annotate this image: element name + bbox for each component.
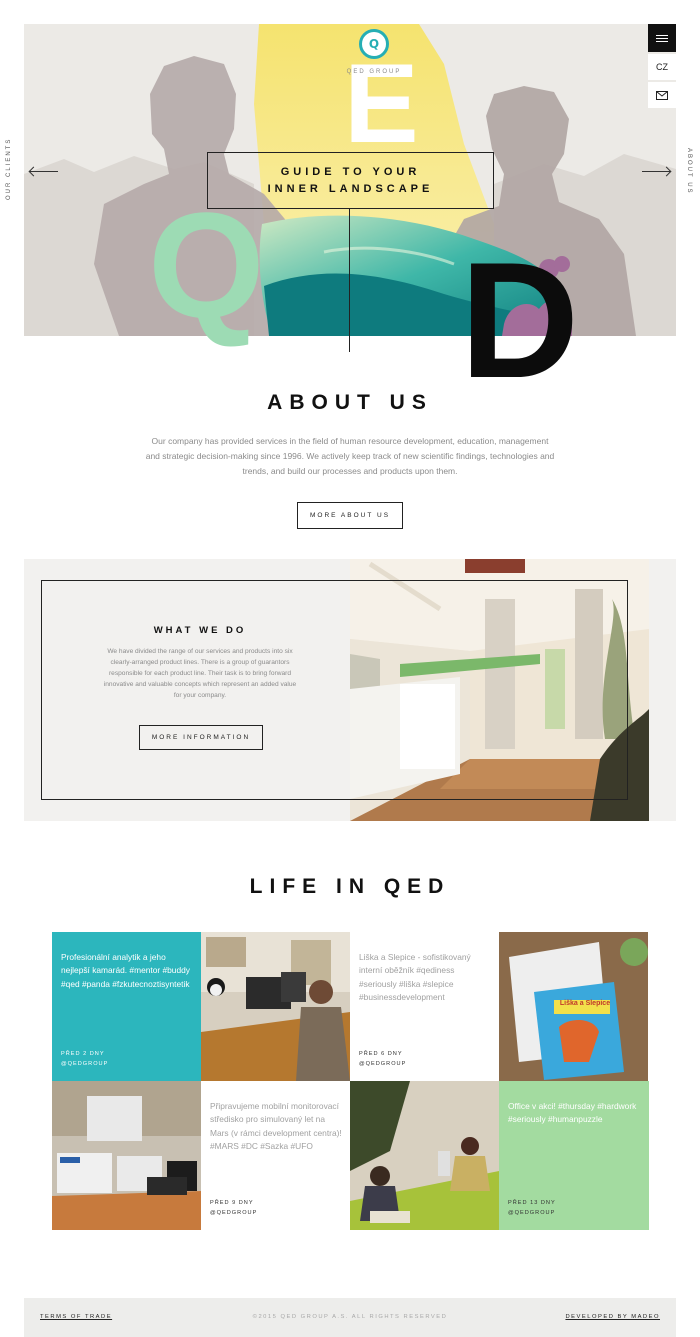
- our-clients-nav[interactable]: OUR CLIENTS: [6, 120, 12, 200]
- hero-letter-e: E: [344, 41, 419, 166]
- post-date: PŘED 6 DNY: [359, 1051, 403, 1057]
- post-tile-2[interactable]: Liška a Slepice - sofistikovaný interní …: [350, 932, 499, 1081]
- photo-tile-devices[interactable]: [52, 1081, 201, 1230]
- about-title: ABOUT US: [267, 391, 433, 414]
- arrow-right-icon[interactable]: [642, 171, 670, 172]
- hero-tagline-box: GUIDE TO YOUR INNER LANDSCAPE: [207, 152, 494, 209]
- more-information-button[interactable]: MORE INFORMATION: [139, 725, 263, 750]
- logo-glyph: Q: [368, 37, 380, 51]
- poster-title: Liška a Slepice: [559, 1000, 611, 1007]
- post-text: Liška a Slepice - sofistikovaný interní …: [359, 952, 471, 1002]
- hero-letter-q: Q: [148, 181, 265, 349]
- hero-tagline-line1: GUIDE TO YOUR: [280, 165, 421, 178]
- post-handle[interactable]: @QEDGROUP: [508, 1208, 555, 1218]
- hero-letter-d: D: [460, 228, 580, 412]
- footer: TERMS OF TRADE ©2015 QED GROUP A.S. ALL …: [24, 1298, 676, 1337]
- envelope-icon: [656, 90, 668, 100]
- post-text: Připravujeme mobilní monitorovací středi…: [210, 1101, 342, 1151]
- office-photo: [350, 559, 649, 821]
- post-text: Office v akci! #thursday #hardwork #seri…: [508, 1101, 637, 1125]
- post-tile-4[interactable]: Office v akci! #thursday #hardwork #seri…: [499, 1081, 649, 1230]
- arrow-left-icon[interactable]: [30, 171, 58, 172]
- photo-tile-poster[interactable]: Liška a Slepice: [499, 932, 648, 1081]
- hamburger-icon: [656, 34, 668, 36]
- developer-link[interactable]: DEVELOPED BY MADEO: [565, 1314, 660, 1320]
- about-text: Our company has provided services in the…: [145, 436, 555, 476]
- life-in-qed-title: LIFE IN QED: [249, 875, 451, 898]
- post-text: Profesionální analytik a jeho nejlepší k…: [61, 952, 190, 989]
- menu-button[interactable]: [648, 24, 676, 52]
- post-tile-1[interactable]: Profesionální analytik a jeho nejlepší k…: [52, 932, 201, 1081]
- post-date: PŘED 13 DNY: [508, 1200, 556, 1206]
- what-we-do-title: WHAT WE DO: [153, 625, 247, 636]
- post-handle[interactable]: @QEDGROUP: [61, 1059, 108, 1069]
- hamburger-icon-bar: [656, 37, 668, 39]
- photo-tile-office[interactable]: [350, 1081, 499, 1230]
- post-date: PŘED 2 DNY: [61, 1051, 105, 1057]
- photo-tile-analyst[interactable]: [201, 932, 350, 1081]
- post-date: PŘED 9 DNY: [210, 1200, 254, 1206]
- post-handle[interactable]: @QEDGROUP: [210, 1208, 257, 1218]
- hamburger-icon-bar: [656, 40, 668, 42]
- about-us-nav[interactable]: ABOUT US: [686, 148, 692, 208]
- mail-button[interactable]: [648, 82, 676, 108]
- more-about-us-button[interactable]: MORE ABOUT US: [297, 502, 403, 529]
- instagram-grid: Profesionální analytik a jeho nejlepší k…: [52, 932, 649, 1230]
- tagline-divider: [349, 209, 350, 352]
- post-handle[interactable]: @QEDGROUP: [359, 1059, 406, 1069]
- language-switch[interactable]: CZ: [648, 54, 676, 80]
- qed-logo[interactable]: Q: [359, 29, 389, 59]
- hero-tagline-line2: INNER LANDSCAPE: [267, 182, 434, 195]
- what-we-do-text: We have divided the range of our service…: [103, 648, 297, 699]
- post-tile-3[interactable]: Připravujeme mobilní monitorovací středi…: [201, 1081, 350, 1230]
- logo-brand-text: QED GROUP: [346, 69, 402, 75]
